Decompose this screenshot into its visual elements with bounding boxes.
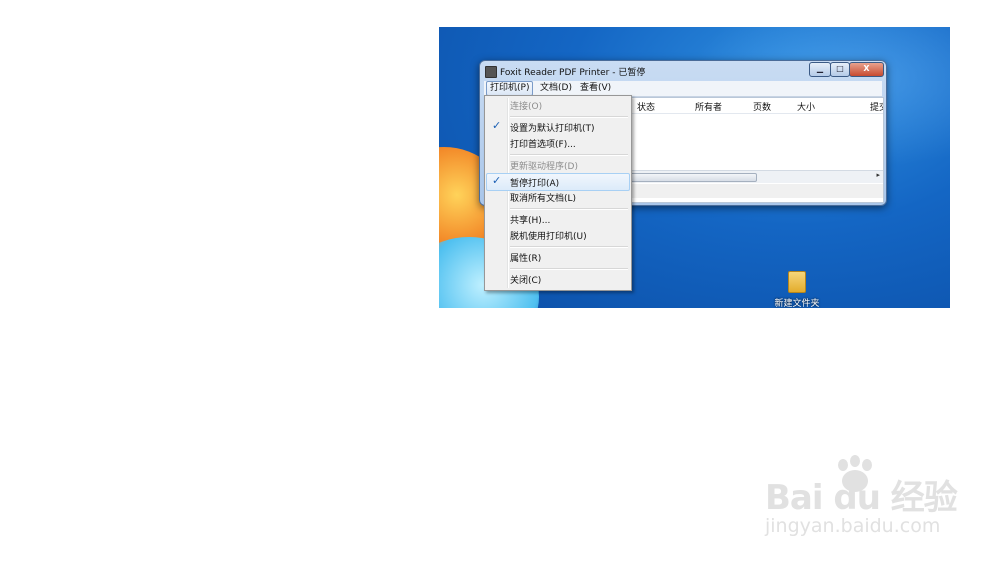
close-button[interactable]: X [849,62,884,77]
menu-item-use-offline[interactable]: 脱机使用打印机(U) [487,227,629,243]
window-title: Foxit Reader PDF Printer - 已暂停 [500,68,646,78]
menu-document[interactable]: 文档(D) [537,82,575,95]
folder-icon [788,271,806,293]
scrollbar-thumb[interactable] [625,173,757,182]
title-bar[interactable]: Foxit Reader PDF Printer - 已暂停 ▁ □ X [480,61,886,80]
desktop-folder[interactable]: 新建文件夹 [769,271,825,308]
menu-separator [510,268,628,270]
column-pages[interactable]: 页数 [753,100,771,113]
menu-item-label: 关闭(C) [510,276,542,286]
menu-printer[interactable]: 打印机(P) [486,81,534,96]
menu-separator [510,154,628,156]
menu-separator [510,246,628,248]
menu-view[interactable]: 查看(V) [577,82,614,95]
check-icon: ✓ [492,119,502,132]
menu-item-label: 更新驱动程序(D) [510,162,578,172]
folder-label: 新建文件夹 [774,299,820,308]
printer-menu-dropdown: 连接(O) ✓ 设置为默认打印机(T) 打印首选项(F)... 更新驱动程序(D… [484,95,632,291]
menu-item-label: 暂停打印(A) [510,179,560,189]
printer-icon [485,66,497,78]
column-submitted[interactable]: 提交 [870,100,883,113]
column-status[interactable]: 状态 [637,100,655,113]
menu-item-label: 取消所有文档(L) [510,194,577,204]
menu-item-update-driver: 更新驱动程序(D) [487,157,629,173]
minimize-button[interactable]: ▁ [809,62,831,77]
menu-item-preferences[interactable]: 打印首选项(F)... [487,135,629,151]
scroll-right-icon[interactable]: ▸ [876,171,880,179]
menu-item-label: 连接(O) [510,102,543,112]
watermark-logo-text: Bai du 经验 [765,478,958,518]
menu-item-label: 脱机使用打印机(U) [510,232,587,242]
column-size[interactable]: 大小 [797,100,815,113]
menu-item-label: 打印首选项(F)... [510,140,576,150]
menu-item-close[interactable]: 关闭(C) [487,271,629,287]
baidu-jingyan-watermark: Bai du 经验 jingyan.baidu.com [760,445,960,545]
menu-item-label: 设置为默认打印机(T) [510,124,595,134]
menu-item-cancel-all[interactable]: 取消所有文档(L) [487,189,629,205]
menu-item-properties[interactable]: 属性(R) [487,249,629,265]
menu-item-set-default[interactable]: ✓ 设置为默认打印机(T) [487,119,629,135]
maximize-button[interactable]: □ [830,62,850,77]
column-owner[interactable]: 所有者 [695,100,722,113]
watermark-url: jingyan.baidu.com [765,515,941,537]
menu-separator [510,208,628,210]
menu-separator [510,116,628,118]
menu-item-label: 属性(R) [510,254,542,264]
menu-item-connect: 连接(O) [487,97,629,113]
menu-item-sharing[interactable]: 共享(H)... [487,211,629,227]
check-icon: ✓ [492,174,502,187]
menu-item-label: 共享(H)... [510,216,551,226]
